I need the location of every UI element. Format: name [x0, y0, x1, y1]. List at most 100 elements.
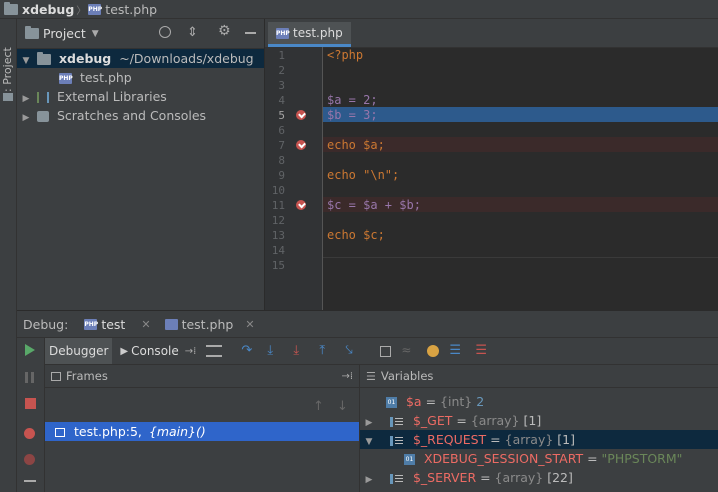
frame-location: test.php:5, [73, 424, 142, 439]
variable-row[interactable]: 01 $a = {int} 2 [360, 392, 718, 411]
debug-session-tab-test[interactable]: test [101, 317, 125, 332]
breadcrumb-separator: 〉 [76, 5, 87, 17]
console-icon: ▶ [120, 345, 129, 357]
frames-header: Frames →⁞ [45, 365, 359, 388]
editor-tab-test-php[interactable]: PHP test.php [268, 22, 351, 47]
watch-icon[interactable] [427, 345, 440, 357]
tab-console[interactable]: Console [131, 344, 179, 358]
variable-value: [1] [557, 432, 576, 447]
variable-type: {int} [440, 394, 473, 409]
code-line[interactable]: echo $c; [323, 228, 718, 243]
view-breakpoints-icon[interactable] [24, 428, 35, 439]
variable-type: {array} [470, 413, 520, 428]
variable-row[interactable]: 01 XDEBUG_SESSION_START = "PHPSTORM" [360, 449, 718, 468]
project-tool-button[interactable]: 1: Project [1, 47, 14, 99]
chevron-right-icon[interactable]: ▶ [362, 471, 376, 490]
variable-name: $a [405, 394, 422, 409]
tree-item-label: External Libraries [56, 89, 167, 104]
line-number: 4 [278, 94, 285, 107]
line-number: 7 [278, 139, 285, 152]
code-line[interactable]: <?php [323, 48, 718, 63]
library-icon [36, 92, 49, 103]
variable-equals: = [452, 413, 471, 428]
breakpoint-icon[interactable] [296, 140, 306, 150]
pause-icon[interactable] [25, 372, 34, 383]
left-tool-strip: 1: Project [0, 19, 17, 492]
debug-session-tab-test-php[interactable]: test.php [182, 317, 234, 332]
debug-toolbar: Debugger ▶ Console →⁞ ↷ ⤓ ⤓ ⤒ ⤥ ≈ ☰ ☰ [45, 338, 718, 365]
pin-icon[interactable]: →⁞ [341, 371, 353, 382]
frame-down-icon[interactable]: ↓ [337, 399, 348, 414]
step-over-icon[interactable]: ↷ [241, 343, 257, 359]
project-panel-header: Project ▼ ⇕ ⚙ [17, 19, 264, 49]
code-line[interactable]: $b = 3; [323, 108, 718, 123]
close-icon[interactable]: ✕ [245, 318, 254, 331]
tree-item-path: ~/Downloads/xdebug [119, 51, 254, 66]
frames-title: Frames [66, 369, 108, 383]
tree-item-scratches[interactable]: ▶ Scratches and Consoles [17, 106, 264, 125]
variable-equals: = [486, 432, 505, 447]
step-into-icon[interactable]: ⤓ [267, 343, 283, 359]
collapse-all-icon[interactable]: ⇕ [187, 25, 198, 40]
php-file-icon: PHP [84, 318, 99, 330]
frame-item[interactable]: test.php:5, {main}() [45, 422, 359, 441]
frame-up-icon[interactable]: ↑ [313, 399, 324, 414]
variable-equals: = [583, 451, 602, 466]
breadcrumb-project[interactable]: xdebug [22, 2, 74, 17]
variable-name: $_SERVER [412, 470, 477, 485]
tree-item-external-libraries[interactable]: ▶ External Libraries [17, 87, 264, 106]
tree-item-test-php[interactable]: PHP test.php [17, 68, 264, 87]
int-variable-icon: 01 [385, 397, 397, 408]
settings-icon[interactable] [24, 480, 36, 482]
variable-type: {array} [494, 470, 544, 485]
close-icon[interactable]: ✕ [141, 318, 150, 331]
show-execution-point-icon[interactable] [206, 345, 223, 357]
gear-icon[interactable]: ⚙ [218, 23, 231, 39]
editor-area: PHP test.php 1 2 3 4 5 6 7 8 9 10 11 12 … [265, 19, 718, 310]
folder-icon [3, 93, 13, 101]
variable-row[interactable]: ▶ $_GET = {array} [1] [360, 411, 718, 430]
resume-icon[interactable] [25, 344, 35, 356]
code-line[interactable]: echo $a; [323, 138, 718, 153]
line-number: 2 [278, 64, 285, 77]
hide-icon[interactable] [245, 32, 256, 34]
tab-debugger[interactable]: Debugger [45, 338, 113, 364]
chevron-right-icon[interactable]: ▶ [19, 109, 33, 128]
breakpoint-icon[interactable] [296, 200, 306, 210]
variables-panel: ☰ Variables 01 $a = {int} 2 ▶ $_GET = {a… [360, 365, 718, 492]
code-line[interactable]: $c = $a + $b; [323, 198, 718, 213]
breadcrumb-file[interactable]: test.php [105, 2, 157, 17]
line-number: 9 [278, 169, 285, 182]
variable-row-selected[interactable]: ▼ $_REQUEST = {array} [1] [360, 430, 718, 449]
code-line[interactable]: echo "\n"; [323, 168, 718, 183]
pin-tab-icon[interactable]: →⁞ [185, 346, 197, 357]
add-watch-icon[interactable]: ☰ [475, 343, 491, 359]
mute-breakpoints-icon[interactable] [24, 454, 35, 465]
variable-row[interactable]: ▶ $_SERVER = {array} [22] [360, 468, 718, 487]
chevron-down-icon[interactable]: ▼ [92, 29, 99, 39]
line-number: 5 [278, 109, 285, 122]
editor-tab-bar: PHP test.php [265, 19, 718, 48]
line-number: 13 [271, 229, 285, 242]
locate-icon[interactable] [159, 26, 171, 38]
variable-name: $_REQUEST [412, 432, 487, 447]
code-line[interactable]: $a = 2; [323, 93, 718, 108]
frames-panel: Frames →⁞ ↑ ↓ test.php:5, {main}() [45, 365, 360, 492]
tree-item-xdebug[interactable]: ▼ xdebug ~/Downloads/xdebug [17, 49, 264, 68]
step-out-icon[interactable]: ⤒ [319, 343, 335, 359]
variable-type: {array} [504, 432, 554, 447]
run-to-cursor-icon[interactable]: ⤥ [345, 343, 361, 359]
line-number: 12 [271, 214, 285, 227]
force-step-into-icon[interactable]: ⤓ [293, 343, 309, 359]
trace-icon[interactable]: ≈ [401, 343, 417, 359]
debug-label: Debug: [23, 316, 69, 332]
project-view-selector[interactable]: Project [43, 26, 86, 41]
frame-icon [55, 428, 65, 437]
stop-icon[interactable] [25, 398, 36, 409]
line-number: 8 [278, 154, 285, 167]
php-file-icon: PHP [88, 3, 103, 15]
evaluate-expression-icon[interactable] [380, 345, 392, 357]
breakpoint-icon[interactable] [296, 110, 306, 120]
frames-list-icon[interactable]: ☰ [449, 343, 465, 359]
code-end-separator [323, 257, 718, 258]
